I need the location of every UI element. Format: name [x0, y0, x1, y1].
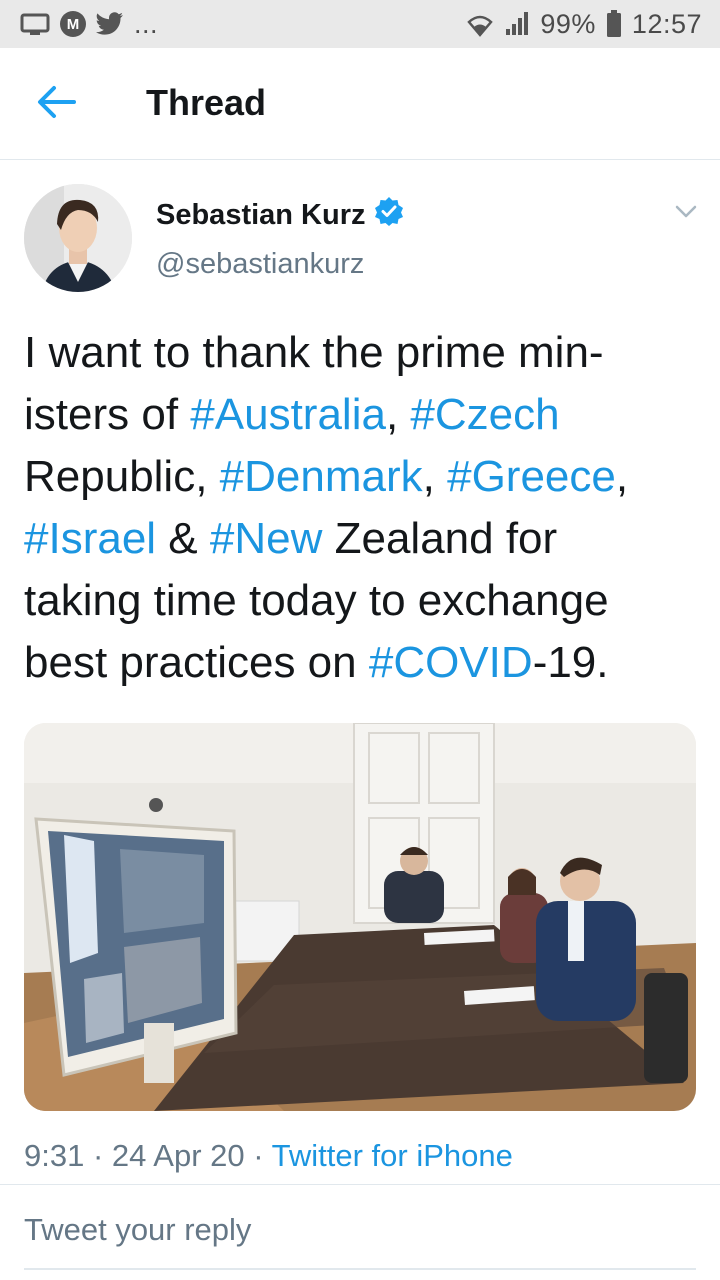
twitter-bird-icon — [96, 12, 124, 36]
tweet-text-line: isters of #Australia, #Czech — [24, 384, 700, 446]
tweet-date: 24 Apr 20 — [111, 1138, 245, 1173]
meta-separator: · — [244, 1138, 272, 1173]
hashtag-link[interactable]: #Australia — [190, 390, 386, 439]
tweet-text-segment: best practices on — [24, 638, 369, 687]
reply-input-underline — [24, 1268, 696, 1270]
signal-icon — [504, 11, 530, 37]
tweet-text-segment: I want to thank the prime min- — [24, 328, 604, 377]
tweet-meta: 9:31 · 24 Apr 20 · Twitter for iPhone — [24, 1138, 513, 1174]
verified-badge-icon — [374, 196, 404, 234]
author-name[interactable]: Sebastian Kurz — [156, 199, 366, 232]
screen-cast-icon — [20, 12, 50, 36]
author-handle[interactable]: @sebastiankurz — [156, 248, 364, 281]
status-bar: M ... 99% 12:57 — [0, 0, 720, 48]
tweet-text-segment: , — [422, 452, 448, 501]
hashtag-link[interactable]: #Czech — [410, 390, 559, 439]
hashtag-link[interactable]: #Israel — [24, 514, 156, 563]
tweet-text-line: I want to thank the prime min- — [24, 322, 700, 384]
tweet-text-segment: Zealand for — [322, 514, 558, 563]
page-title: Thread — [146, 82, 267, 123]
tweet-text-segment: Republic, — [24, 452, 220, 501]
clock: 12:57 — [631, 8, 702, 39]
tweet-text-segment: -19. — [532, 638, 609, 687]
tweet-text: I want to thank the prime min-isters of … — [24, 322, 700, 694]
tweet-text-segment: isters of — [24, 390, 191, 439]
avatar[interactable] — [24, 184, 132, 292]
meta-separator: · — [84, 1138, 112, 1173]
status-right-group: 99% 12:57 — [466, 9, 702, 40]
tweet-text-line: best practices on #COVID-19. — [24, 632, 700, 694]
tweet-options-button[interactable] — [670, 200, 702, 228]
tweet-time: 9:31 — [24, 1138, 85, 1173]
tweet-text-segment: , — [385, 390, 411, 439]
tweet-text-line: #Israel & #New Zealand for — [24, 508, 700, 570]
hashtag-link[interactable]: #New — [210, 514, 323, 563]
tweet-text-segment: , — [615, 452, 629, 501]
hashtag-link[interactable]: #Greece — [447, 452, 616, 501]
chevron-down-icon — [675, 205, 697, 224]
tweet-photo[interactable] — [24, 723, 696, 1111]
notification-overflow-dots: ... — [134, 8, 159, 39]
battery-icon — [606, 10, 622, 38]
m-app-icon: M — [60, 11, 86, 37]
tweet-text-line: Republic, #Denmark, #Greece, — [24, 446, 700, 508]
hashtag-link[interactable]: #Denmark — [220, 452, 423, 501]
tweet-text-segment: taking time today to exchange — [24, 576, 609, 625]
author-name-row: Sebastian Kurz — [156, 196, 404, 234]
arrow-left-icon — [36, 85, 76, 124]
wifi-icon — [466, 11, 494, 37]
status-left-group: M ... — [20, 9, 158, 40]
tweet-source-link[interactable]: Twitter for iPhone — [272, 1138, 513, 1173]
thread-header: Thread — [0, 48, 720, 160]
back-button[interactable] — [34, 84, 78, 124]
tweet-text-line: taking time today to exchange — [24, 570, 700, 632]
tweet-text-segment: & — [156, 514, 210, 563]
hashtag-link[interactable]: #COVID — [369, 638, 533, 687]
divider — [0, 1184, 720, 1185]
reply-input[interactable]: Tweet your reply — [24, 1212, 251, 1248]
battery-percent: 99% — [540, 8, 596, 39]
